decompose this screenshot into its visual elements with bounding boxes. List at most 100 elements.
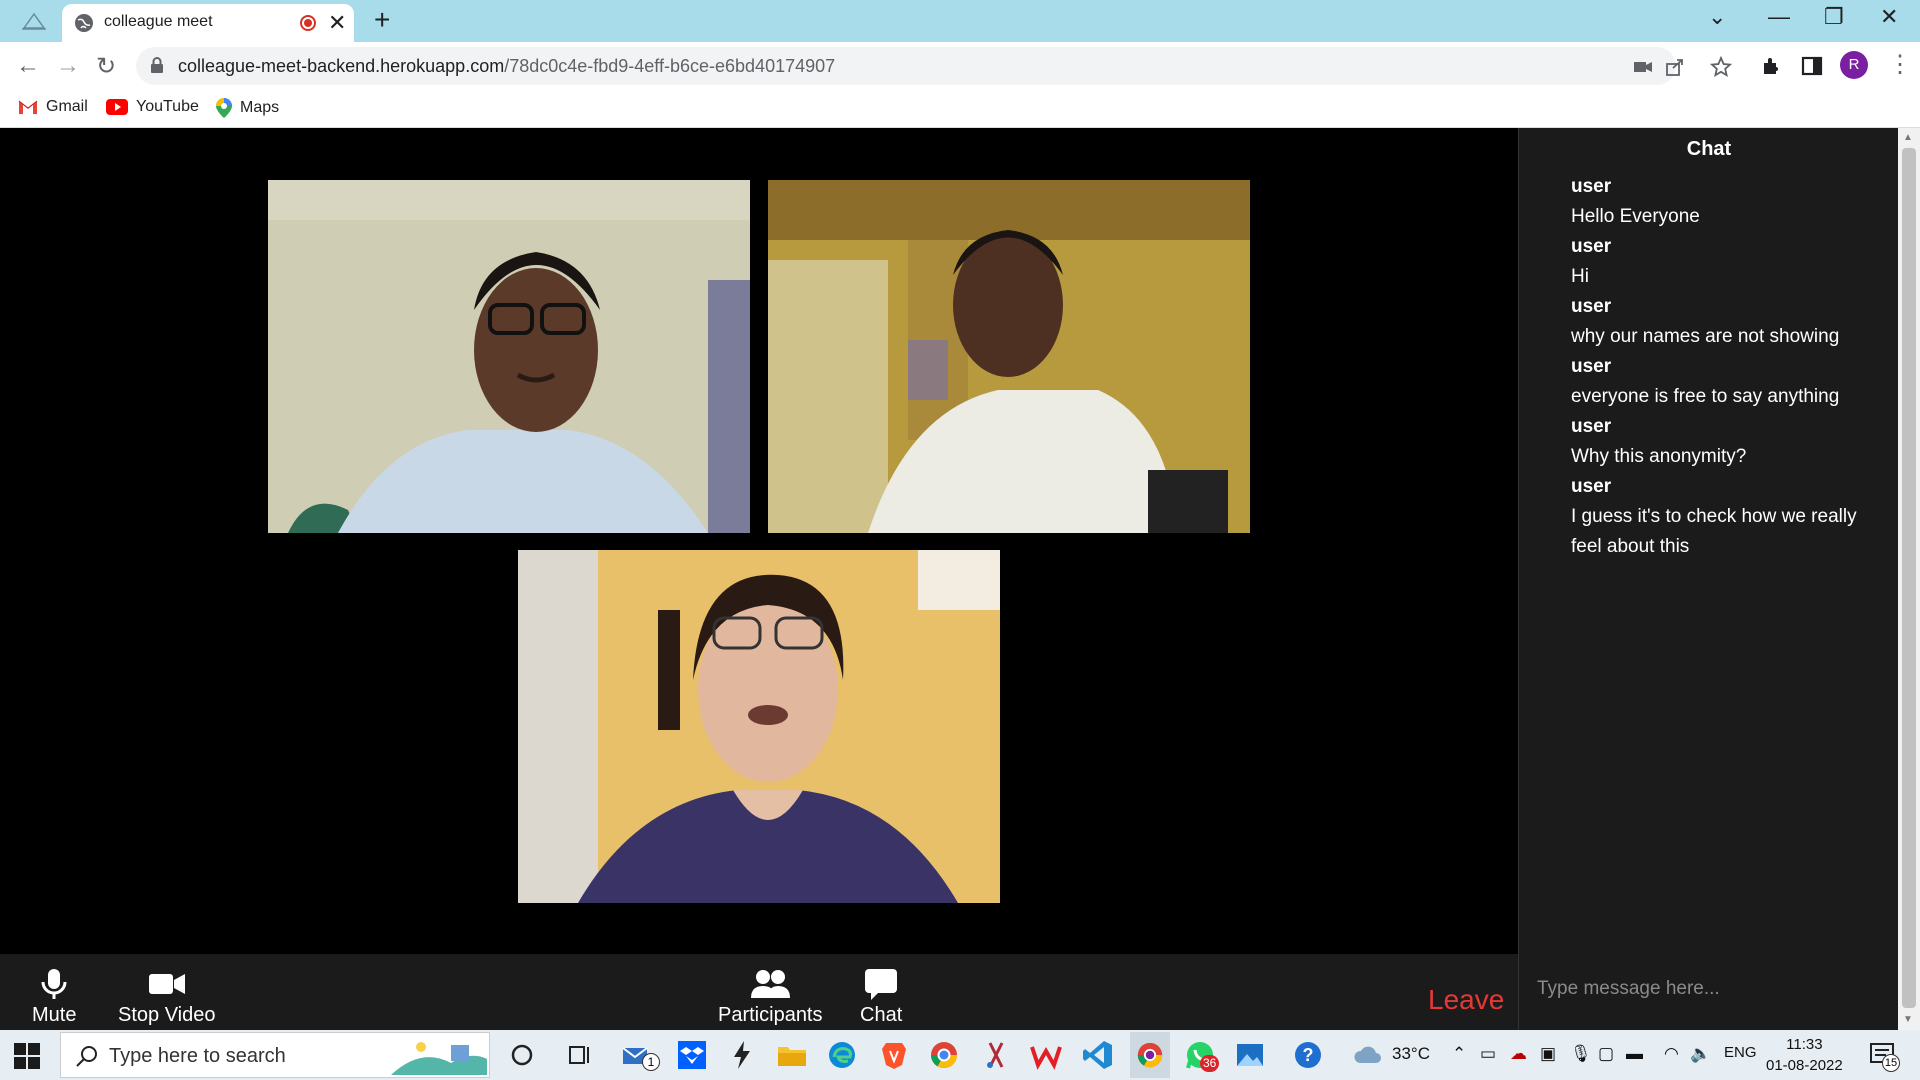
scrollbar-thumb[interactable]	[1902, 148, 1916, 1008]
browser-tab[interactable]: colleague meet ✕	[62, 4, 354, 42]
chat-message: user Hi	[1571, 232, 1891, 292]
microphone-icon	[41, 969, 67, 999]
chat-title: Chat	[1686, 138, 1732, 160]
mail-badge: 1	[642, 1053, 660, 1071]
system-clock[interactable]: 11:33 01-08-2022	[1766, 1034, 1843, 1076]
bookmark-maps[interactable]: Maps	[216, 98, 279, 118]
forward-button[interactable]: →	[56, 52, 80, 80]
participant-video-frame	[518, 550, 1000, 903]
chat-bubble-icon	[865, 969, 898, 1000]
battery-icon[interactable]: ▬	[1626, 1044, 1643, 1064]
recording-indicator-icon	[300, 15, 316, 31]
share-icon[interactable]	[1664, 56, 1686, 78]
chat-message: user I guess it's to check how we really…	[1571, 472, 1891, 562]
gmail-icon	[18, 100, 38, 114]
weather-temperature[interactable]: 33°C	[1392, 1044, 1430, 1064]
scroll-up-icon[interactable]: ▲	[1903, 132, 1913, 143]
chat-panel: Chat user Hello Everyone user Hi user wh…	[1518, 128, 1898, 1030]
minimize-button[interactable]: —	[1768, 4, 1790, 30]
file-explorer-icon[interactable]	[776, 1039, 808, 1071]
chat-text: Hi	[1571, 266, 1589, 287]
cortana-icon[interactable]	[506, 1039, 538, 1071]
mail-app-icon[interactable]: 1	[620, 1039, 660, 1071]
video-stage	[0, 128, 1518, 954]
extensions-icon[interactable]	[1760, 54, 1784, 78]
new-tab-button[interactable]: +	[374, 4, 390, 36]
meet-now-icon[interactable]: ▭	[1480, 1044, 1496, 1064]
tab-title: colleague meet	[104, 13, 213, 30]
show-hidden-icons-chevron-icon[interactable]: ⌃	[1452, 1044, 1466, 1064]
youtube-icon	[106, 99, 128, 115]
globe-icon	[75, 14, 93, 32]
input-language[interactable]: ENG	[1724, 1044, 1757, 1061]
profile-avatar[interactable]: R	[1840, 51, 1868, 79]
chrome-icon[interactable]	[928, 1039, 960, 1071]
chrome-profile-app-icon[interactable]	[1130, 1032, 1170, 1078]
task-view-icon[interactable]	[564, 1039, 596, 1071]
video-camera-icon	[148, 974, 185, 994]
whatsapp-badge: 36	[1200, 1055, 1220, 1072]
dropbox-icon[interactable]	[676, 1039, 708, 1071]
windows-start-icon[interactable]	[14, 1043, 40, 1069]
restore-button[interactable]: ❐	[1824, 4, 1844, 30]
bookmark-youtube[interactable]: YouTube	[106, 98, 199, 116]
tab-search-chevron-icon[interactable]: ⌄	[1708, 4, 1726, 30]
edge-icon[interactable]	[826, 1039, 858, 1071]
photos-icon[interactable]	[1234, 1039, 1266, 1071]
notification-center-button[interactable]: 15	[1868, 1040, 1900, 1072]
tab-close-icon[interactable]: ✕	[328, 10, 346, 36]
help-icon[interactable]: ?	[1292, 1039, 1324, 1071]
microphone-tray-icon[interactable]: 🎙	[1570, 1044, 1592, 1064]
scroll-down-icon[interactable]: ▼	[1903, 1014, 1913, 1025]
windows-taskbar: Type here to search 1 36 ? 33°C ⌃ ▭ ☁ ▣ …	[0, 1030, 1920, 1080]
lightning-app-icon[interactable]	[726, 1039, 758, 1071]
participant-video-frame	[268, 180, 750, 533]
search-highlight-illustration	[391, 1037, 487, 1075]
participant-video-frame	[768, 180, 1250, 533]
url-host: colleague-meet-backend.herokuapp.com	[178, 56, 505, 76]
chat-message: user everyone is free to say anything	[1571, 352, 1891, 412]
bookmarks-bar: Gmail YouTube Maps	[0, 90, 1920, 128]
vscode-icon[interactable]	[1082, 1039, 1114, 1071]
participant-video-3	[518, 550, 1000, 903]
chat-sender: user	[1571, 236, 1612, 257]
chat-text: Why this anonymity?	[1571, 446, 1747, 467]
chat-button[interactable]: Chat	[860, 968, 902, 1027]
wps-office-icon[interactable]	[1030, 1039, 1062, 1071]
chat-sender: user	[1571, 416, 1612, 437]
brave-icon[interactable]	[878, 1039, 910, 1071]
back-button[interactable]: ←	[16, 52, 40, 80]
bookmark-gmail[interactable]: Gmail	[18, 98, 88, 116]
page-scrollbar[interactable]: ▲ ▼	[1898, 128, 1920, 1030]
participants-icon	[751, 970, 791, 998]
camera-tray-icon[interactable]: ▣	[1540, 1044, 1556, 1064]
taskbar-search[interactable]: Type here to search	[60, 1032, 490, 1078]
camera-in-use-icon[interactable]	[1632, 56, 1654, 78]
participants-button[interactable]: Participants	[718, 968, 823, 1027]
url-text: colleague-meet-backend.herokuapp.com/78d…	[178, 56, 835, 77]
chat-text: I guess it's to check how we really feel…	[1571, 506, 1857, 557]
chat-message-input[interactable]	[1529, 968, 1891, 1010]
mute-button[interactable]: Mute	[32, 968, 76, 1027]
window-close-button[interactable]: ✕	[1880, 4, 1898, 30]
chat-text: everyone is free to say anything	[1571, 386, 1840, 407]
volume-icon[interactable]: 🔈	[1690, 1044, 1711, 1064]
stop-video-button[interactable]: Stop Video	[118, 968, 216, 1027]
chat-message: user Hello Everyone	[1571, 172, 1891, 232]
participant-video-2	[768, 180, 1250, 533]
reload-button[interactable]: ↻	[96, 52, 116, 81]
display-tray-icon[interactable]: ▢	[1598, 1044, 1614, 1064]
participants-label: Participants	[718, 1004, 823, 1026]
bookmark-label: Maps	[240, 99, 280, 116]
bookmark-star-icon[interactable]	[1710, 55, 1732, 79]
onedrive-error-icon[interactable]: ☁	[1510, 1044, 1527, 1064]
browser-menu-icon[interactable]: ⋮	[1888, 50, 1912, 79]
address-bar[interactable]: colleague-meet-backend.herokuapp.com/78d…	[136, 47, 1683, 85]
mute-label: Mute	[32, 1004, 77, 1026]
leave-button[interactable]: Leave	[1428, 984, 1504, 1016]
wifi-icon[interactable]: ◠	[1664, 1044, 1679, 1064]
snipping-tool-icon[interactable]	[980, 1039, 1012, 1071]
side-panel-icon[interactable]	[1800, 54, 1824, 78]
whatsapp-app-icon[interactable]: 36	[1184, 1039, 1220, 1072]
bookmark-label: YouTube	[136, 98, 199, 115]
